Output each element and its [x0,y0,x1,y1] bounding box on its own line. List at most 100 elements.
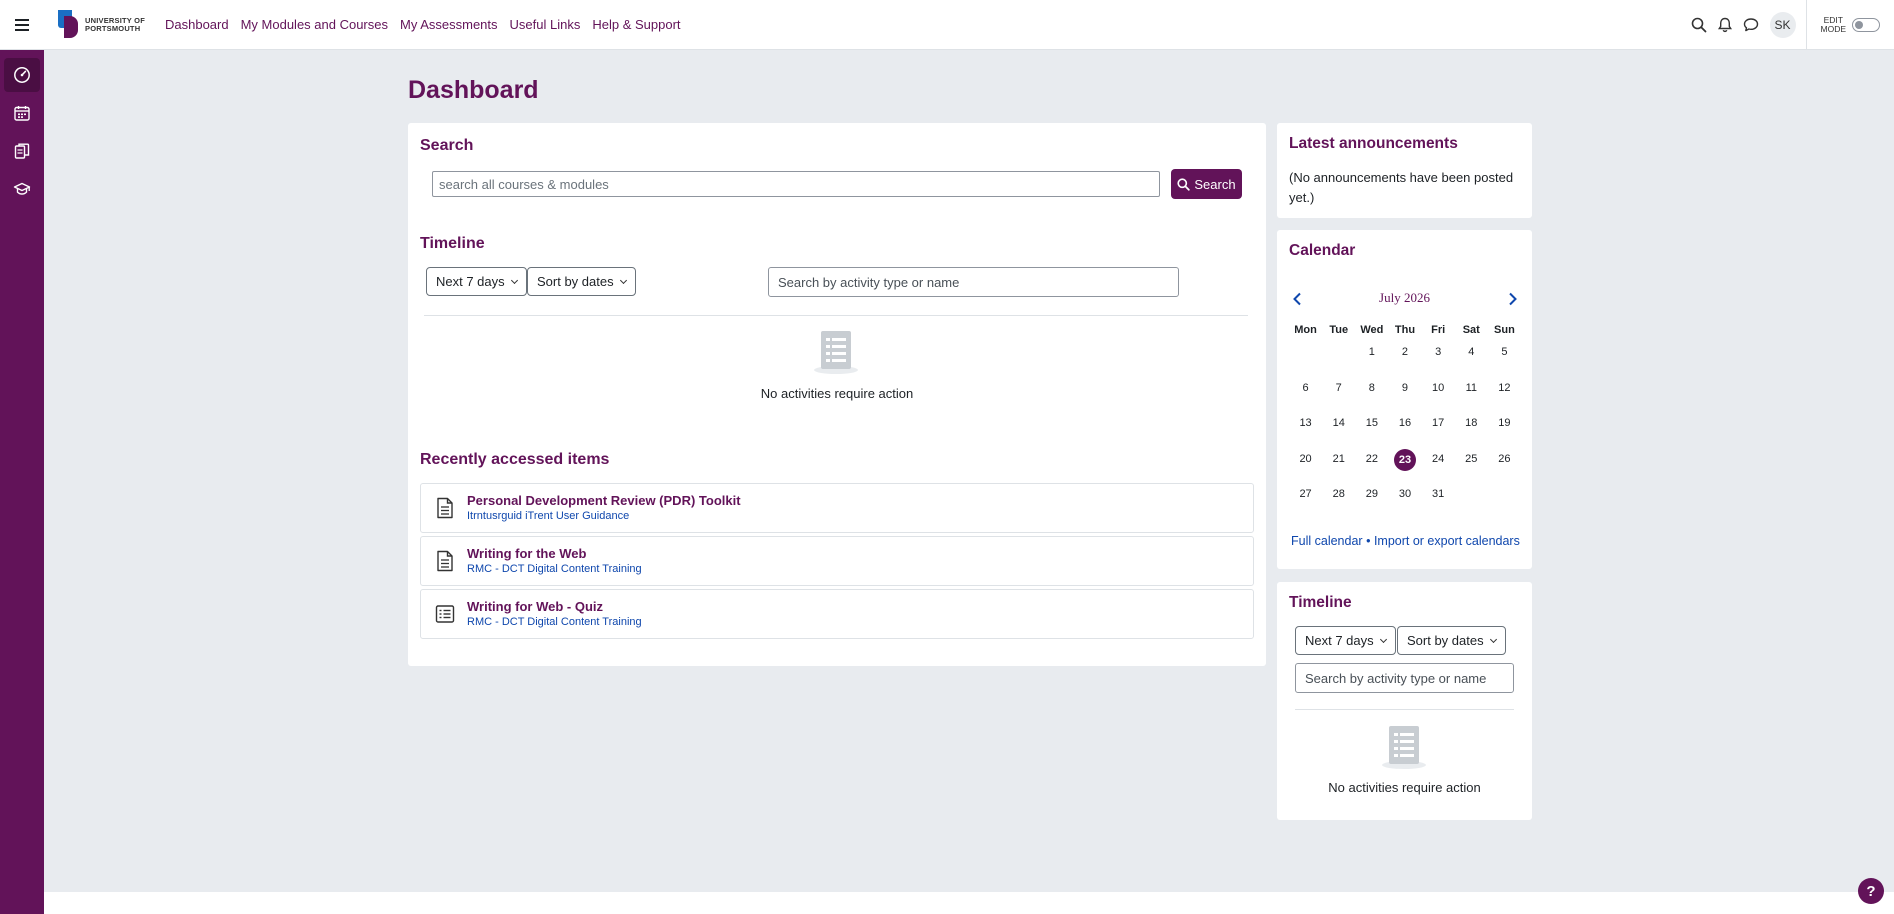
calendar-title: Calendar [1289,242,1356,259]
search-button[interactable]: Search [1171,169,1242,199]
calendar-day[interactable]: 5 [1488,344,1521,380]
calendar-empty-cell [1322,344,1355,380]
calendar-day[interactable]: 4 [1455,344,1488,380]
recent-item-course[interactable]: Itrntusrguid iTrent User Guidance [467,510,629,522]
calendar-day[interactable]: 30 [1388,486,1421,522]
timeline-range-dropdown[interactable]: Next 7 days [426,267,527,296]
calendar-day-today[interactable]: 23 [1388,448,1421,487]
recent-item[interactable]: Writing for Web - Quiz RMC - DCT Digital… [420,589,1254,639]
course-search-input[interactable] [432,171,1160,197]
calendar-day[interactable]: 24 [1422,451,1455,487]
search-section-title: Search [420,137,474,154]
calendar-day[interactable]: 26 [1488,451,1521,487]
rail-item-calendar[interactable] [4,96,40,130]
calendar-weekday: Tue [1329,324,1349,336]
calendar-day-number: 27 [1299,488,1312,501]
calendar-day[interactable]: 28 [1322,486,1355,522]
calendar-next-month-icon[interactable] [1508,292,1518,306]
left-sidebar-rail [0,50,44,914]
timeline-sort-dropdown[interactable]: Sort by dates [527,267,636,296]
calendar-weekday: Thu [1394,324,1416,336]
recent-item-course[interactable]: RMC - DCT Digital Content Training [467,563,642,575]
calendar-day[interactable]: 6 [1289,380,1322,416]
edit-mode-label-line2: MODE [1820,24,1847,34]
calendar-day[interactable]: 18 [1455,415,1488,451]
recent-item[interactable]: Writing for the Web RMC - DCT Digital Co… [420,536,1254,586]
calendar-day-number: 31 [1432,488,1445,501]
files-icon [14,143,30,159]
calendar-day[interactable]: 19 [1488,415,1521,451]
calendar-day[interactable]: 9 [1388,380,1421,416]
rail-item-my-courses[interactable] [4,172,40,206]
calendar-links: Full calendar • Import or export calenda… [1291,534,1520,548]
university-logo[interactable]: UNIVERSITY OF PORTSMOUTH [58,0,145,50]
calendar-day-number: 4 [1468,346,1475,358]
recent-item-name[interactable]: Writing for Web - Quiz [467,599,603,614]
calendar-day-number: 5 [1501,346,1508,358]
calendar-day[interactable]: 12 [1488,380,1521,416]
calendar-day[interactable]: 16 [1388,415,1421,451]
user-avatar[interactable]: SK [1769,12,1796,38]
import-export-calendars-link[interactable]: Import or export calendars [1374,534,1520,548]
recent-item-name[interactable]: Personal Development Review (PDR) Toolki… [467,493,741,508]
nav-link-my-modules[interactable]: My Modules and Courses [241,17,388,32]
calendar-day[interactable]: 8 [1355,380,1388,416]
nav-link-my-assessments[interactable]: My Assessments [400,17,498,32]
recent-item-course[interactable]: RMC - DCT Digital Content Training [467,616,642,628]
nav-link-help-support[interactable]: Help & Support [592,17,680,32]
notifications-bell-icon[interactable] [1712,12,1738,38]
side-timeline-sort-label: Sort by dates [1407,633,1484,648]
timeline-divider [424,315,1248,316]
chevron-down-icon [510,276,518,284]
side-timeline-range-label: Next 7 days [1305,633,1374,648]
edit-mode-toggle[interactable]: EDIT MODE [1807,16,1894,34]
calendar-day[interactable]: 13 [1289,415,1322,451]
calendar-day[interactable]: 27 [1289,486,1322,522]
search-icon[interactable] [1686,12,1712,38]
chevron-down-icon [1489,635,1497,643]
edit-mode-switch[interactable] [1852,18,1880,32]
side-timeline-sort-dropdown[interactable]: Sort by dates [1397,626,1506,655]
calendar-day-number: 8 [1368,381,1375,394]
page-icon [437,550,453,572]
side-timeline-range-dropdown[interactable]: Next 7 days [1295,626,1396,655]
calendar-day[interactable]: 31 [1422,486,1455,522]
calendar-day[interactable]: 1 [1355,344,1388,380]
calendar-day-number: 12 [1498,381,1511,394]
calendar-day[interactable]: 7 [1322,380,1355,416]
calendar-day[interactable]: 10 [1422,380,1455,416]
calendar-day[interactable]: 29 [1355,486,1388,522]
calendar-day[interactable]: 25 [1455,451,1488,487]
recent-item[interactable]: Personal Development Review (PDR) Toolki… [420,483,1254,533]
rail-item-content-bank[interactable] [4,134,40,168]
calendar-day[interactable]: 21 [1322,451,1355,487]
calendar-day[interactable]: 17 [1422,415,1455,451]
calendar-day[interactable]: 22 [1355,451,1388,487]
calendar-prev-month-icon[interactable] [1292,292,1302,306]
menu-toggle-button[interactable] [0,0,44,50]
full-calendar-link[interactable]: Full calendar [1291,534,1363,548]
calendar-day[interactable]: 15 [1355,415,1388,451]
messages-icon[interactable] [1738,12,1764,38]
search-icon [1177,177,1191,191]
hamburger-icon [15,18,29,21]
help-button[interactable]: ? [1858,878,1884,904]
rail-item-dashboard[interactable] [4,58,40,92]
empty-timeline-icon [1382,726,1426,769]
calendar-day[interactable]: 3 [1422,344,1455,380]
calendar-weekday-header: Mon Tue Wed Thu Fri Sat Sun [1289,324,1521,344]
side-timeline-activity-search-input[interactable] [1295,663,1514,693]
calendar-day[interactable]: 2 [1388,344,1421,380]
side-timeline-empty-text: No activities require action [1328,780,1481,795]
nav-link-useful-links[interactable]: Useful Links [510,17,581,32]
calendar-day-number: 3 [1435,346,1442,358]
hamburger-icon-line [15,28,29,31]
navbar-actions: SK EDIT MODE [1686,0,1894,50]
timeline-activity-search-input[interactable] [768,267,1179,297]
nav-link-dashboard[interactable]: Dashboard [165,17,229,32]
recent-item-name[interactable]: Writing for the Web [467,546,586,561]
calendar-day-number: 25 [1465,452,1478,465]
calendar-day[interactable]: 20 [1289,451,1322,487]
calendar-day[interactable]: 14 [1322,415,1355,451]
calendar-day[interactable]: 11 [1455,380,1488,416]
